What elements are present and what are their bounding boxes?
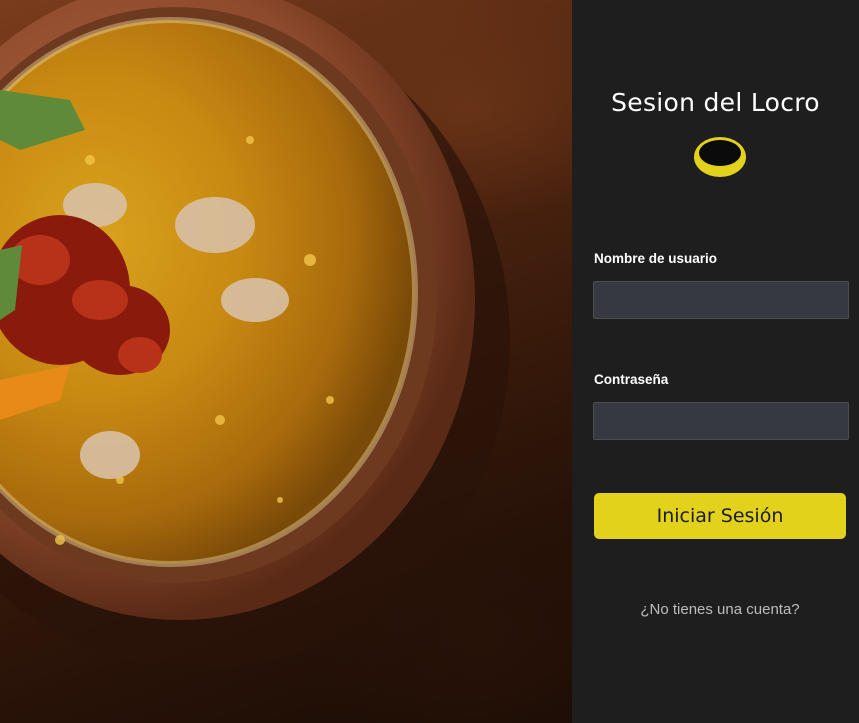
username-input[interactable] [593,281,849,319]
page-title: Sesion del Locro [611,88,820,117]
register-link[interactable]: ¿No tienes una cuenta? [572,601,859,618]
yellow-bowl-logo-icon [694,137,746,177]
locro-photo [0,0,572,723]
password-label: Contraseña [594,372,669,387]
username-label: Nombre de usuario [594,251,718,266]
locro-bowl-illustration [0,0,510,670]
password-input[interactable] [593,402,849,440]
login-panel: Sesion del Locro Nombre de usuario Contr… [572,0,859,723]
login-button[interactable]: Iniciar Sesión [594,493,846,539]
